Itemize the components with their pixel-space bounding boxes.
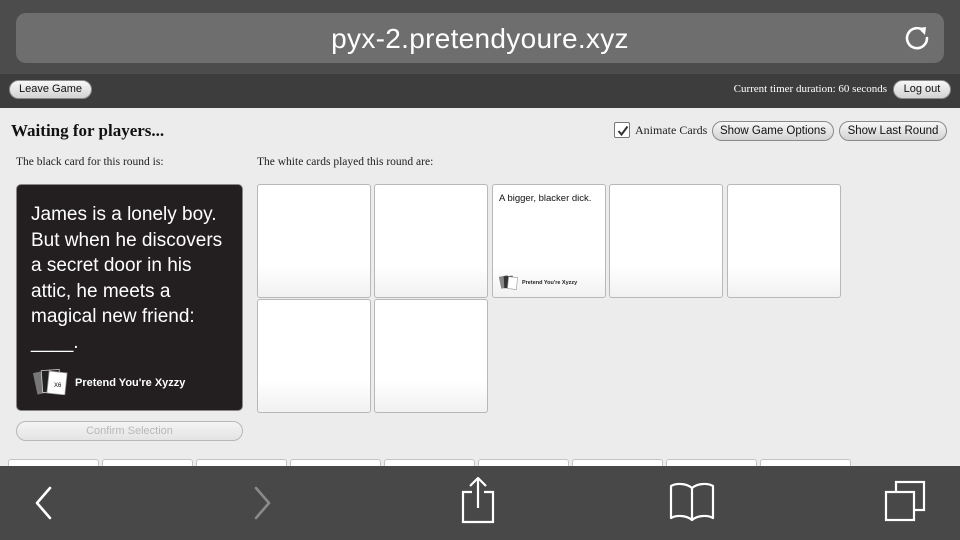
confirm-selection-button[interactable]: Confirm Selection	[16, 421, 243, 441]
browser-top-bar: pyx-2.pretendyoure.xyz	[0, 0, 960, 74]
black-card-text: James is a lonely boy. But when he disco…	[31, 204, 223, 353]
white-cards-label: The white cards played this round are:	[257, 156, 434, 168]
pyx-logo-icon	[499, 275, 518, 290]
url-text[interactable]: pyx-2.pretendyoure.xyz	[16, 23, 944, 55]
share-icon[interactable]	[458, 476, 498, 526]
checkmark-icon	[617, 125, 629, 137]
tabs-icon[interactable]	[880, 478, 930, 526]
black-card-brand: Pretend You're Xyzzy	[75, 377, 186, 389]
leave-game-button[interactable]: Leave Game	[9, 80, 92, 99]
white-card[interactable]: A bigger, blacker dick. Pretend You're X…	[492, 184, 606, 298]
animate-cards-checkbox[interactable]	[614, 122, 630, 138]
timer-duration-text: Current timer duration: 60 seconds	[733, 83, 887, 95]
show-game-options-button[interactable]: Show Game Options	[712, 121, 834, 141]
pyx-logo-text: X6	[54, 383, 62, 389]
back-icon[interactable]	[30, 484, 56, 522]
white-card[interactable]	[257, 184, 371, 298]
browser-bottom-toolbar	[0, 466, 960, 540]
white-card[interactable]	[374, 299, 488, 413]
log-out-button[interactable]: Log out	[893, 80, 951, 99]
reload-icon[interactable]	[902, 23, 932, 53]
address-bar[interactable]: pyx-2.pretendyoure.xyz	[16, 13, 944, 63]
white-card[interactable]	[257, 299, 371, 413]
black-card-label: The black card for this round is:	[16, 156, 164, 168]
white-card[interactable]	[609, 184, 723, 298]
black-card: James is a lonely boy. But when he disco…	[16, 184, 243, 411]
white-card-brand: Pretend You're Xyzzy	[522, 280, 578, 286]
pyx-logo-icon: X6	[33, 368, 68, 395]
white-card-text: A bigger, blacker dick.	[499, 193, 592, 204]
white-card[interactable]	[374, 184, 488, 298]
show-last-round-button[interactable]: Show Last Round	[839, 121, 947, 141]
bookmarks-icon[interactable]	[668, 480, 716, 524]
forward-icon[interactable]	[250, 484, 276, 522]
animate-cards-label[interactable]: Animate Cards	[635, 123, 707, 138]
game-status-title: Waiting for players...	[11, 121, 165, 140]
white-card[interactable]	[727, 184, 841, 298]
